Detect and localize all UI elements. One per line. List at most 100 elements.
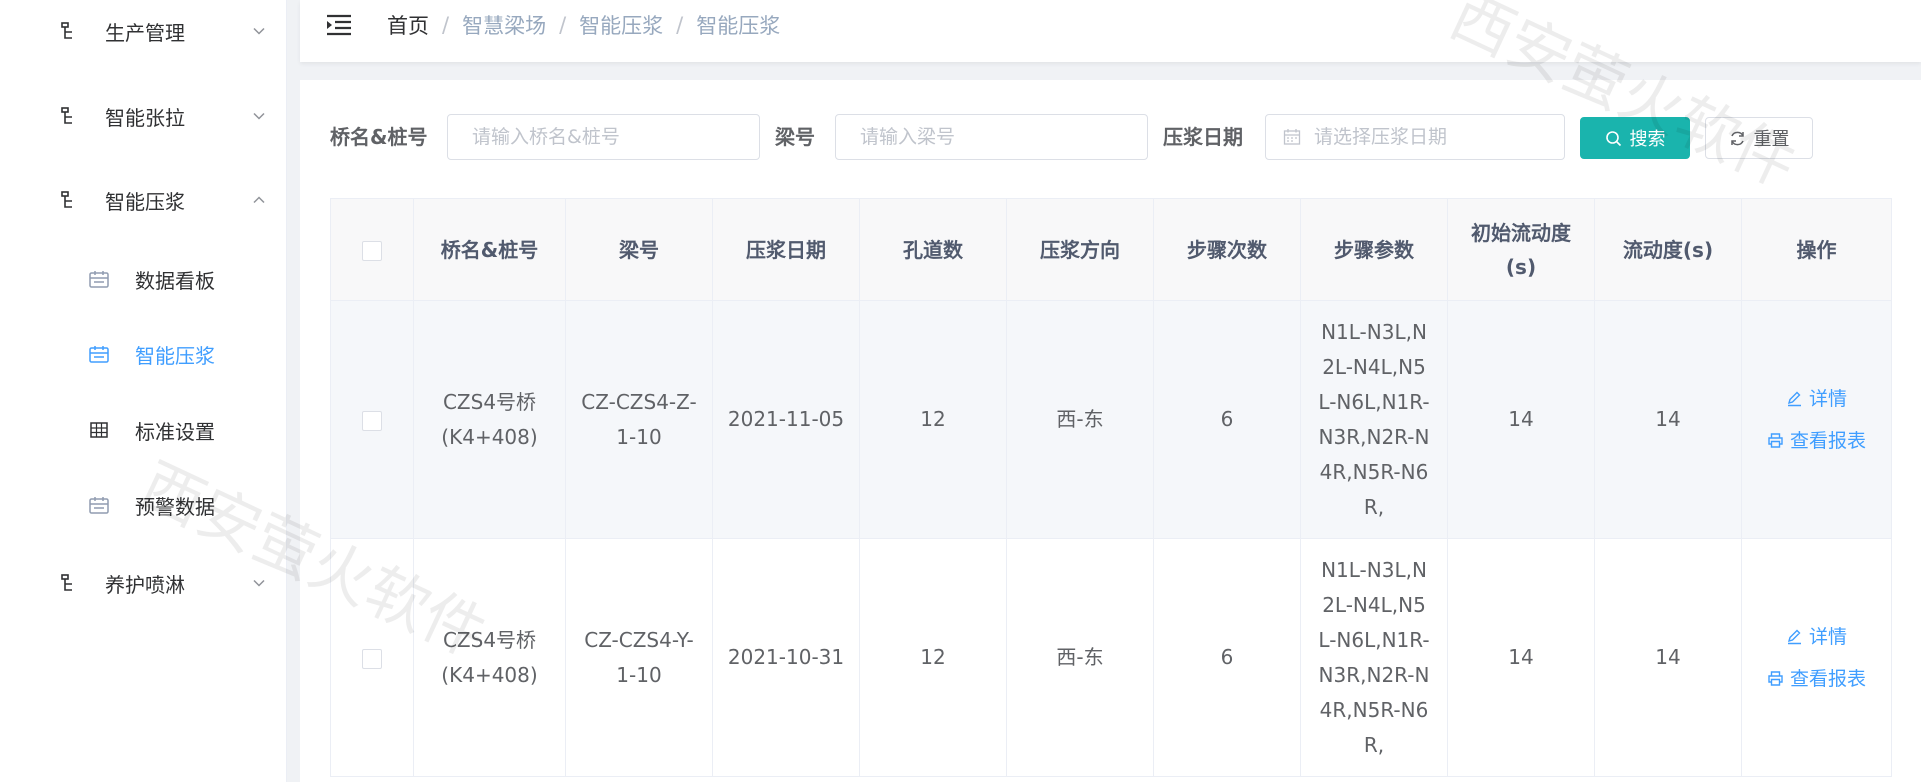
sidebar-subitem-label: 预警数据 (135, 494, 215, 519)
bridge-cell: CZS4号桥(K4+408) (413, 300, 566, 539)
table-icon (90, 422, 108, 438)
date-input[interactable] (1314, 126, 1564, 148)
beam-cell: CZ-CZS4-Y-1-10 (565, 538, 713, 777)
select-all-cell (330, 198, 414, 301)
report-link-label: 查看报表 (1789, 429, 1866, 452)
sidebar-subitem-label: 标准设置 (135, 419, 215, 444)
steps-cell: 6 (1153, 538, 1301, 777)
column-header: 步骤参数 (1300, 198, 1448, 301)
printer-icon (1768, 671, 1783, 686)
bridge-label: 桥名&桩号 (330, 125, 428, 149)
init-flow-cell: 14 (1447, 538, 1595, 777)
edit-icon (1787, 391, 1801, 407)
reset-button[interactable]: 重置 (1705, 117, 1813, 159)
detail-link[interactable]: 详情 (1750, 386, 1883, 412)
column-header: 孔道数 (859, 198, 1007, 301)
sidebar-subitem-warnings[interactable]: 预警数据 (0, 483, 286, 527)
holes-cell: 12 (859, 538, 1007, 777)
top-navbar: 首页 / 智慧梁场 / 智能压浆 / 智能压浆 (300, 0, 1921, 62)
date-input-wrapper (1265, 114, 1565, 160)
breadcrumb-item: 智能压浆 (579, 14, 664, 38)
detail-link-label: 详情 (1808, 625, 1847, 648)
beam-cell: CZ-CZS4-Z-1-10 (565, 300, 713, 539)
bridge-input[interactable] (472, 126, 759, 148)
flow-cell: 14 (1594, 300, 1742, 539)
params-cell: N1L-N3L,N2L-N4L,N5L-N6L,N1R-N3R,N2R-N4R,… (1300, 300, 1448, 539)
breadcrumb-separator: / (559, 13, 567, 37)
menu-fold-icon[interactable] (326, 14, 352, 36)
init-flow-cell: 14 (1447, 300, 1595, 539)
direction-cell: 西-东 (1006, 300, 1154, 539)
search-button-label: 搜索 (1629, 129, 1666, 150)
breadcrumb-current: 智能压浆 (696, 14, 781, 38)
date-label: 压浆日期 (1163, 125, 1243, 149)
detail-link-label: 详情 (1808, 387, 1847, 410)
calendar-icon (89, 497, 109, 514)
sidebar-subitem-grouting[interactable]: 智能压浆 (0, 332, 286, 376)
column-header: 操作 (1741, 198, 1892, 301)
beam-input-wrapper (835, 114, 1148, 160)
chevron-down-icon (253, 579, 265, 587)
column-header: 压浆日期 (712, 198, 860, 301)
column-header: 桥名&桩号 (413, 198, 566, 301)
report-link[interactable]: 查看报表 (1750, 666, 1883, 692)
breadcrumb-separator: / (676, 13, 684, 37)
breadcrumb: 首页 / 智慧梁场 / 智能压浆 / 智能压浆 (387, 10, 780, 40)
bridge-cell: CZS4号桥(K4+408) (413, 538, 566, 777)
refresh-icon (1730, 131, 1744, 145)
calendar-icon (1283, 129, 1301, 145)
operations-cell: 详情 查看报表 (1741, 300, 1892, 539)
breadcrumb-home[interactable]: 首页 (387, 10, 429, 40)
flow-cell: 14 (1594, 538, 1742, 777)
row-checkbox[interactable] (362, 648, 382, 669)
sidebar-item-tension[interactable]: 智能张拉 (0, 94, 286, 138)
params-cell: N1L-N3L,N2L-N4L,N5L-N6L,N1R-N3R,N2R-N4R,… (1300, 538, 1448, 777)
select-all-checkbox[interactable] (362, 241, 382, 261)
table-row[interactable]: CZS4号桥(K4+408) CZ-CZS4-Y-1-10 2021-10-31… (330, 538, 1892, 777)
tree-icon (61, 191, 72, 208)
edit-icon (1787, 629, 1801, 645)
row-select-cell (330, 300, 414, 539)
table-row[interactable]: CZS4号桥(K4+408) CZ-CZS4-Z-1-10 2021-11-05… (330, 300, 1892, 539)
tree-icon (61, 22, 72, 39)
sidebar: 生产管理 智能张拉 智能压浆 数据看板 智能压浆 标准设置 预警数据 养护喷淋 (0, 0, 287, 782)
report-link-label: 查看报表 (1789, 667, 1866, 690)
tree-icon (61, 574, 72, 591)
calendar-icon (89, 346, 109, 363)
grouting-table: 桥名&桩号 梁号 压浆日期 孔道数 压浆方向 步骤次数 步骤参数 初始流动度(s… (330, 198, 1892, 777)
bridge-input-wrapper (447, 114, 760, 160)
sidebar-item-label: 智能张拉 (105, 105, 185, 130)
chevron-down-icon (253, 27, 265, 35)
detail-link[interactable]: 详情 (1750, 624, 1883, 650)
column-header: 压浆方向 (1006, 198, 1154, 301)
sidebar-item-production[interactable]: 生产管理 (0, 9, 286, 53)
row-select-cell (330, 538, 414, 777)
sidebar-subitem-dashboard[interactable]: 数据看板 (0, 257, 286, 301)
printer-icon (1768, 433, 1783, 448)
breadcrumb-separator: / (442, 13, 450, 37)
operations-cell: 详情 查看报表 (1741, 538, 1892, 777)
row-checkbox[interactable] (362, 410, 382, 431)
holes-cell: 12 (859, 300, 1007, 539)
direction-cell: 西-东 (1006, 538, 1154, 777)
search-button[interactable]: 搜索 (1580, 117, 1690, 159)
beam-input[interactable] (860, 126, 1147, 148)
sidebar-item-grouting[interactable]: 智能压浆 (0, 178, 286, 222)
column-header: 流动度(s) (1594, 198, 1742, 301)
sidebar-item-curing[interactable]: 养护喷淋 (0, 561, 286, 605)
sidebar-subitem-label: 数据看板 (135, 268, 215, 293)
date-cell: 2021-10-31 (712, 538, 860, 777)
beam-label: 梁号 (775, 125, 815, 149)
report-link[interactable]: 查看报表 (1750, 428, 1883, 454)
sidebar-subitem-label: 智能压浆 (135, 343, 215, 368)
calendar-icon (89, 271, 109, 288)
breadcrumb-item: 智慧梁场 (462, 14, 547, 38)
column-header: 梁号 (565, 198, 713, 301)
column-header: 步骤次数 (1153, 198, 1301, 301)
sidebar-item-label: 生产管理 (105, 20, 185, 45)
chevron-up-icon (253, 196, 265, 204)
sidebar-item-label: 养护喷淋 (105, 572, 185, 597)
steps-cell: 6 (1153, 300, 1301, 539)
sidebar-subitem-standards[interactable]: 标准设置 (0, 408, 286, 452)
column-header: 初始流动度(s) (1447, 198, 1595, 301)
